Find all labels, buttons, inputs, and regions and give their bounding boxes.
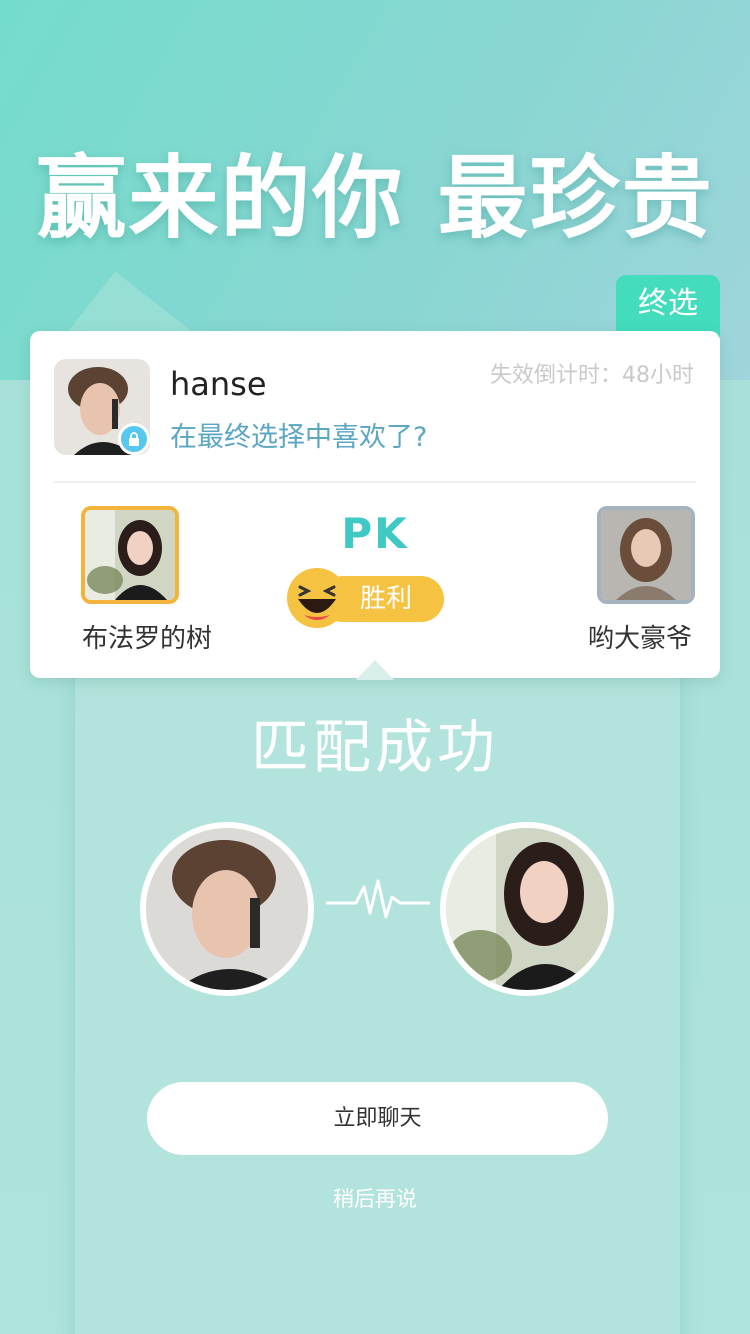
match-avatar-partner bbox=[440, 822, 614, 996]
match-avatar-self bbox=[140, 822, 314, 996]
laughing-emoji-icon bbox=[286, 567, 348, 629]
question-text: 在最终选择中喜欢了? bbox=[170, 422, 428, 453]
candidate-avatar-right[interactable] bbox=[597, 506, 695, 604]
candidate-name-right: 哟大豪爷 bbox=[587, 624, 692, 654]
later-link[interactable]: 稍后再说 bbox=[0, 1183, 750, 1213]
card-pointer bbox=[356, 660, 394, 680]
final-badge: 终选 bbox=[616, 275, 720, 337]
chat-now-button[interactable]: 立即聊天 bbox=[147, 1082, 608, 1155]
countdown-text: 失效倒计时：48小时 bbox=[490, 363, 694, 388]
user-name: hanse bbox=[170, 365, 267, 403]
match-title: 匹配成功 bbox=[250, 713, 499, 781]
headline: 赢来的你 最珍贵 bbox=[36, 146, 714, 251]
heartbeat-icon bbox=[326, 879, 430, 919]
divider bbox=[54, 481, 696, 483]
pk-result-card: hanse 在最终选择中喜欢了? 失效倒计时：48小时 布法罗的树 哟大豪爷 P… bbox=[30, 331, 720, 678]
pk-label: PK bbox=[341, 509, 409, 558]
candidate-avatar-left[interactable] bbox=[81, 506, 179, 604]
lock-icon bbox=[118, 423, 150, 455]
win-label: 胜利 bbox=[360, 584, 413, 614]
candidate-name-left: 布法罗的树 bbox=[82, 624, 213, 654]
